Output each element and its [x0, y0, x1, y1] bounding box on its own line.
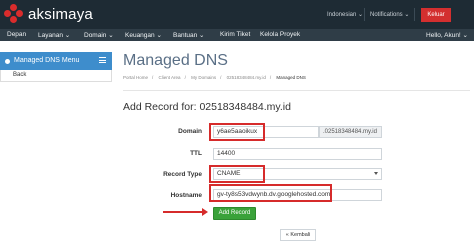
breadcrumb-current: Managed DNS [276, 75, 306, 80]
header-divider [414, 8, 415, 21]
add-record-button[interactable]: Add Record [213, 207, 256, 220]
user-menu[interactable]: Hello, Akun! ⌄ [426, 31, 468, 39]
sidebar-header: Managed DNS Menu [0, 52, 112, 70]
header-divider [364, 8, 365, 21]
nav-item-bantuan[interactable]: Bantuan ⌄ [173, 31, 204, 39]
section-title: Add Record for: 02518348484.my.id [123, 101, 291, 113]
annotation-box [209, 184, 332, 202]
divider [123, 90, 470, 91]
breadcrumb: Portal Home / Client Area / My Domains/ 02… [123, 75, 306, 80]
record-type-label: Record Type [163, 171, 202, 178]
hostname-label: Hostname [170, 192, 202, 199]
brand-logo[interactable]: aksimaya [4, 4, 93, 24]
notifications-dropdown[interactable]: Notifications ⌄ [370, 11, 409, 18]
annotation-box [209, 123, 265, 141]
nav-item-keuangan[interactable]: Keuangan ⌄ [125, 31, 162, 39]
domain-label: Domain [178, 128, 202, 135]
breadcrumb-item[interactable]: Portal Home [123, 75, 148, 80]
sidebar-title: Managed DNS Menu [14, 57, 80, 64]
breadcrumb-item[interactable]: My Domains [191, 75, 216, 80]
annotation-box [209, 165, 265, 183]
logo-icon [4, 4, 24, 24]
hamburger-icon[interactable] [99, 57, 106, 63]
ttl-label: TTL [190, 150, 202, 157]
back-button[interactable]: « Kembali [280, 229, 316, 241]
ttl-input[interactable]: 14400 [213, 148, 382, 160]
page-title: Managed DNS [123, 52, 228, 69]
arrow-right-icon [163, 208, 208, 216]
logout-button[interactable]: Keluar [421, 8, 451, 22]
sidebar-item-back[interactable]: Back [0, 70, 112, 82]
breadcrumb-item[interactable]: 02518348484.my.id [227, 75, 266, 80]
nav-item-kirim-tiket[interactable]: Kirim Tiket [220, 31, 250, 38]
main-navbar: Depan Layanan ⌄ Domain ⌄ Keuangan ⌄ Bant… [0, 29, 474, 41]
circle-icon [5, 58, 10, 64]
domain-suffix: .02518348484.my.id [319, 126, 382, 138]
breadcrumb-item[interactable]: Client Area [159, 75, 181, 80]
nav-item-kelola-proyek[interactable]: Kelola Proyek [260, 31, 300, 38]
nav-item-depan[interactable]: Depan [7, 31, 26, 38]
nav-item-domain[interactable]: Domain ⌄ [84, 31, 114, 39]
language-dropdown[interactable]: Indonesian ⌄ [327, 11, 363, 18]
chevron-down-icon [374, 172, 378, 175]
nav-item-layanan[interactable]: Layanan ⌄ [38, 31, 70, 39]
brand-name: aksimaya [28, 5, 93, 23]
top-header: aksimaya Indonesian ⌄ Notifications ⌄ Ke… [0, 0, 474, 29]
